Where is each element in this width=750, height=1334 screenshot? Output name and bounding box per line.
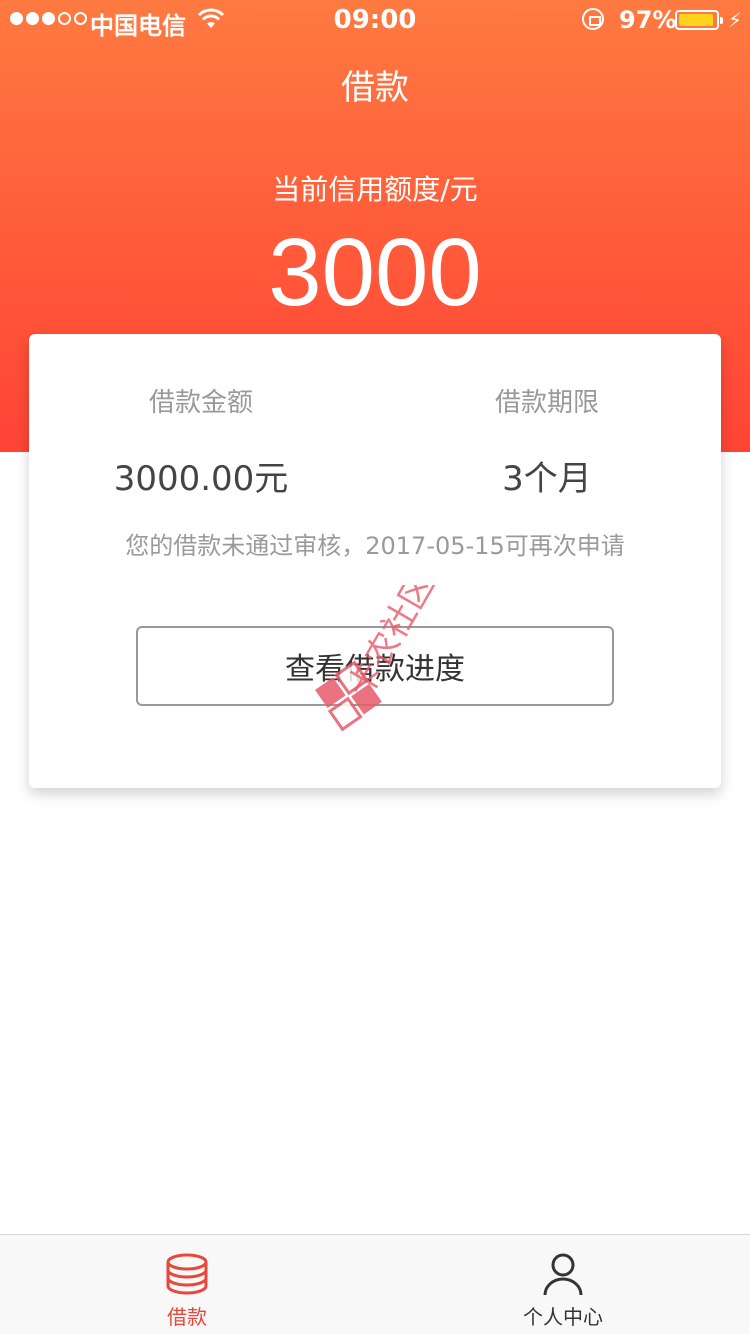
tab-personal-center[interactable]: 个人中心 bbox=[463, 1235, 663, 1334]
person-icon bbox=[543, 1253, 583, 1296]
loan-amount-value: 3000.00元 bbox=[113, 459, 289, 499]
tab-personal-center-label: 个人中心 bbox=[523, 1305, 603, 1329]
review-notice: 您的借款未通过审核，2017-05-15可再次申请 bbox=[125, 532, 625, 560]
status-bar: 中国电信 09:00 97% ⚡ bbox=[0, 0, 750, 40]
credit-limit-amount: 3000 bbox=[268, 219, 482, 326]
page-title: 借款 bbox=[341, 68, 409, 108]
view-loan-progress-button[interactable]: 查看借款进度 bbox=[136, 626, 614, 706]
charging-bolt-icon: ⚡ bbox=[728, 8, 743, 32]
tab-bar: 借款 个人中心 bbox=[0, 1234, 750, 1334]
loan-term-label: 借款期限 bbox=[494, 388, 599, 418]
orientation-lock-icon bbox=[582, 8, 604, 30]
loan-term-section: 借款期限 3个月 bbox=[397, 382, 697, 500]
loan-term-value: 3个月 bbox=[502, 459, 592, 499]
coins-stack-icon bbox=[166, 1253, 208, 1295]
battery-percent: 97% bbox=[619, 6, 677, 34]
battery-icon bbox=[675, 10, 723, 30]
loan-amount-section: 借款金额 3000.00元 bbox=[51, 382, 351, 500]
credit-limit-label: 当前信用额度/元 bbox=[272, 173, 478, 206]
loan-status-card: 借款金额 3000.00元 借款期限 3个月 您的借款未通过审核，2017-05… bbox=[29, 334, 721, 788]
tab-loan[interactable]: 借款 bbox=[87, 1235, 287, 1334]
loan-amount-label: 借款金额 bbox=[148, 388, 253, 418]
tab-loan-label: 借款 bbox=[167, 1305, 207, 1329]
